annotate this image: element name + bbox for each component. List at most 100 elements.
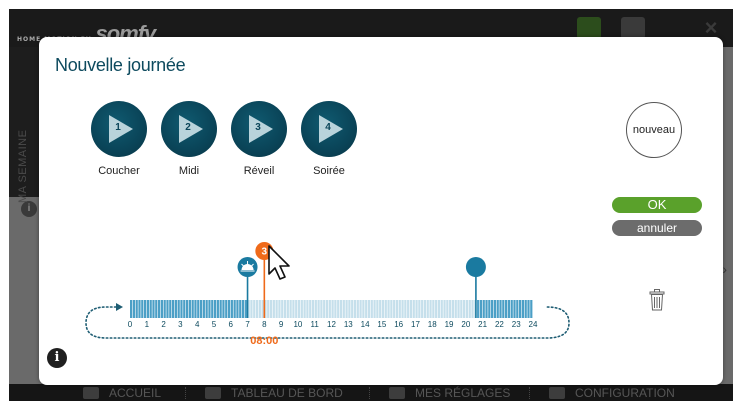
tick-slice[interactable] [516,300,519,318]
tick-slice[interactable] [502,300,505,318]
tick-slice[interactable] [278,300,281,318]
tick-slice[interactable] [141,300,144,318]
hour-tick-strip[interactable] [130,300,533,318]
tick-slice[interactable] [295,300,298,318]
tick-slice[interactable] [429,300,432,318]
tick-slice[interactable] [222,300,225,318]
tick-slice[interactable] [432,300,435,318]
tick-slice[interactable] [451,300,455,318]
sun-mode-icon[interactable] [577,17,601,39]
tick-slice[interactable] [239,300,242,318]
tick-slice[interactable] [379,300,382,318]
tick-slice[interactable] [449,300,452,318]
tick-slice[interactable] [412,300,415,318]
chevron-right-icon[interactable]: › [722,261,727,277]
tick-slice[interactable] [513,300,516,318]
tick-slice[interactable] [365,300,368,318]
tick-slice[interactable] [289,300,292,318]
tick-slice[interactable] [146,300,149,318]
new-scene-button[interactable]: nouveau [626,102,682,158]
tick-slice[interactable] [199,300,203,318]
scene-1-play-button[interactable]: 1 [91,101,147,157]
tick-slice[interactable] [457,300,460,318]
scene-3-play-button[interactable]: 3 [231,101,287,157]
tick-slice[interactable] [325,300,329,318]
tick-slice[interactable] [437,300,441,318]
tick-slice[interactable] [185,300,189,318]
tick-slice[interactable] [230,300,233,318]
tick-slice[interactable] [317,300,320,318]
tick-slice[interactable] [362,300,365,318]
tick-slice[interactable] [471,300,474,318]
tick-slice[interactable] [261,300,264,318]
tick-slice[interactable] [460,300,463,318]
tick-slice[interactable] [334,300,337,318]
tick-slice[interactable] [345,300,348,318]
info-button[interactable]: i [47,348,67,368]
tick-slice[interactable] [177,300,180,318]
tick-slice[interactable] [180,300,183,318]
tick-slice[interactable] [488,300,491,318]
tick-slice[interactable] [404,300,407,318]
tick-slice[interactable] [398,300,401,318]
tick-slice[interactable] [479,300,483,318]
tick-slice[interactable] [381,300,385,318]
tick-slice[interactable] [132,300,135,318]
tick-slice[interactable] [281,300,284,318]
tick-slice[interactable] [418,300,421,318]
tick-slice[interactable] [300,300,303,318]
tick-slice[interactable] [328,300,331,318]
scene-coucher[interactable]: 1 Coucher [91,101,147,177]
tick-slice[interactable] [241,300,245,318]
tick-slice[interactable] [314,300,317,318]
tick-slice[interactable] [507,300,511,318]
tick-slice[interactable] [320,300,323,318]
tick-slice[interactable] [454,300,457,318]
tick-slice[interactable] [297,300,301,318]
tick-slice[interactable] [384,300,387,318]
tick-slice[interactable] [530,300,533,318]
close-icon[interactable]: × [699,17,723,39]
tick-slice[interactable] [351,300,354,318]
ok-button[interactable]: OK [612,197,702,213]
tick-slice[interactable] [216,300,219,318]
tick-slice[interactable] [225,300,228,318]
tick-slice[interactable] [493,300,497,318]
tick-slice[interactable] [197,300,200,318]
tick-slice[interactable] [463,300,466,318]
tick-slice[interactable] [519,300,522,318]
tick-slice[interactable] [376,300,379,318]
tick-slice[interactable] [169,300,172,318]
tick-slice[interactable] [337,300,340,318]
scene-reveil[interactable]: 3 Réveil [231,101,287,177]
tick-slice[interactable] [267,300,270,318]
tick-slice[interactable] [135,300,138,318]
tick-slice[interactable] [348,300,351,318]
tick-slice[interactable] [255,300,259,318]
tick-slice[interactable] [423,300,427,318]
tick-slice[interactable] [421,300,424,318]
tick-slice[interactable] [485,300,488,318]
nav-configuration[interactable]: CONFIGURATION [549,384,675,401]
tick-slice[interactable] [208,300,211,318]
tick-slice[interactable] [174,300,177,318]
tick-slice[interactable] [160,300,163,318]
tick-slice[interactable] [250,300,253,318]
tick-slice[interactable] [342,300,345,318]
tick-slice[interactable] [269,300,273,318]
tick-slice[interactable] [149,300,152,318]
tick-slice[interactable] [353,300,357,318]
tick-slice[interactable] [395,300,399,318]
tick-slice[interactable] [233,300,236,318]
tick-slice[interactable] [482,300,485,318]
tick-slice[interactable] [292,300,295,318]
cancel-button[interactable]: annuler [612,220,702,236]
home-mode-icon[interactable] [621,17,645,39]
tick-slice[interactable] [138,300,141,318]
tick-slice[interactable] [227,300,231,318]
tick-slice[interactable] [527,300,530,318]
tick-slice[interactable] [367,300,371,318]
tick-slice[interactable] [446,300,449,318]
tick-slice[interactable] [401,300,404,318]
tick-slice[interactable] [163,300,166,318]
